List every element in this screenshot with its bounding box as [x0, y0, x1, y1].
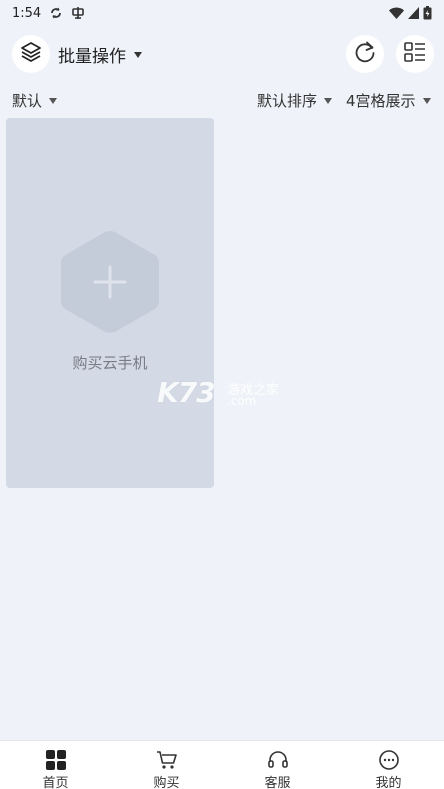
default-filter-dropdown[interactable]: 默认: [12, 90, 58, 111]
status-time: 1:54: [12, 5, 42, 21]
list-layout-icon: [403, 40, 427, 68]
tab-home[interactable]: 首页: [0, 741, 111, 789]
tab-home-label: 首页: [42, 776, 69, 789]
tab-profile-label: 我的: [375, 776, 402, 789]
layers-icon: [19, 40, 43, 68]
notification-icon: [71, 6, 85, 20]
layers-button[interactable]: [12, 35, 50, 73]
page-title: 批量操作: [58, 47, 126, 67]
tab-support-label: 客服: [264, 776, 291, 789]
header: 批量操作: [0, 34, 444, 74]
cart-icon: [156, 749, 178, 771]
buy-cloud-phone-label: 购买云手机: [72, 354, 148, 372]
refresh-icon: [352, 39, 378, 69]
filter-bar: 默认 默认排序 4宫格展示: [0, 88, 444, 112]
status-bar: 1:54: [0, 0, 444, 26]
tab-profile[interactable]: 我的: [333, 741, 444, 789]
buy-cloud-phone-card[interactable]: 购买云手机: [6, 118, 214, 488]
grid-icon: [45, 749, 67, 771]
watermark-domain: .com: [227, 394, 257, 408]
sync-icon: [49, 6, 63, 20]
add-hexagon-icon: [57, 229, 163, 335]
battery-icon: [423, 6, 432, 20]
batch-operation-dropdown[interactable]: 批量操作: [58, 42, 142, 67]
chevron-down-icon: [422, 97, 431, 104]
sort-dropdown[interactable]: 默认排序: [257, 90, 333, 111]
sort-label: 默认排序: [257, 92, 318, 110]
bottom-tab-bar: 首页 购买 客服 我的: [0, 740, 444, 789]
tab-buy-label: 购买: [153, 776, 180, 789]
chevron-down-icon: [324, 97, 333, 104]
watermark-logo: K73 游戏之家 .com: [157, 376, 287, 410]
watermark-k73: K73: [157, 376, 216, 409]
chevron-down-icon: [49, 97, 58, 104]
tab-support[interactable]: 客服: [222, 741, 333, 789]
wifi-icon: [389, 7, 404, 19]
signal-icon: [408, 7, 419, 19]
headset-icon: [267, 749, 289, 771]
tab-buy[interactable]: 购买: [111, 741, 222, 789]
grid-display-dropdown[interactable]: 4宫格展示: [346, 90, 431, 111]
grid-display-label: 4宫格展示: [346, 92, 416, 110]
refresh-button[interactable]: [346, 35, 384, 73]
default-filter-label: 默认: [12, 92, 43, 110]
chevron-down-icon: [134, 51, 142, 58]
list-view-button[interactable]: [396, 35, 434, 73]
chat-icon: [378, 749, 400, 771]
